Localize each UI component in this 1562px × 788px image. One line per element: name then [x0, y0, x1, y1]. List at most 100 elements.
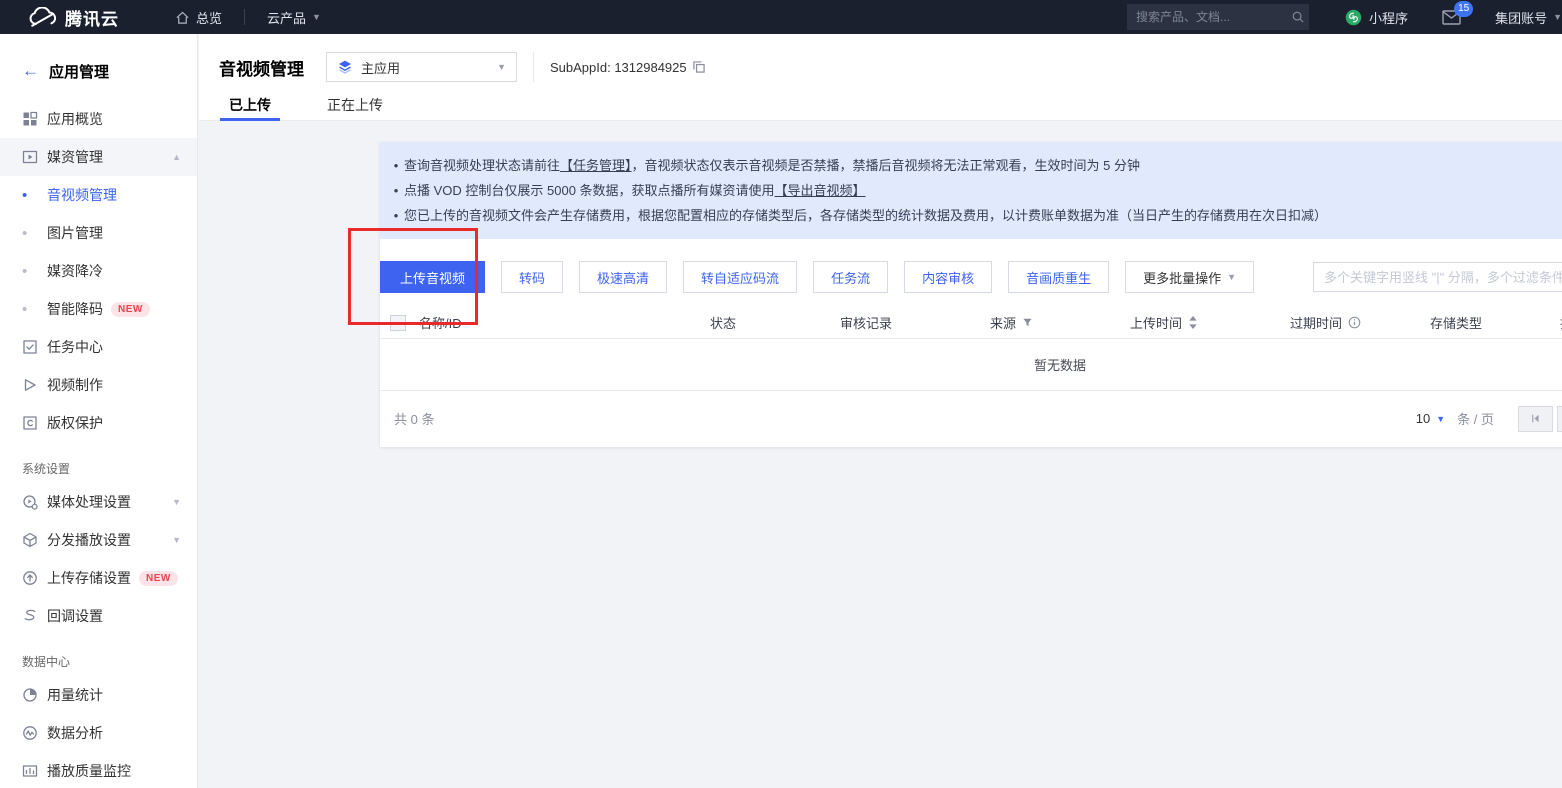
nav-account-label: 集团账号: [1495, 8, 1547, 27]
tab-uploaded[interactable]: 已上传: [220, 89, 280, 121]
tencent-cloud-logo[interactable]: 腾讯云: [28, 5, 119, 30]
nav-miniprogram[interactable]: 小程序: [1345, 8, 1408, 27]
top-navbar: 腾讯云 总览 云产品 ▼ 小程序 15 集团账号 ▼: [0, 0, 1562, 34]
tab-uploading[interactable]: 正在上传: [318, 89, 392, 121]
sidebar-item-label: 版权保护: [47, 413, 103, 433]
column-label: 上传时间: [1130, 313, 1182, 332]
home-icon: [175, 10, 190, 25]
sidebar-subitem[interactable]: •智能降码NEW: [0, 290, 197, 328]
button-label: 内容审核: [922, 268, 974, 287]
upload-video-button[interactable]: 上传音视频: [380, 261, 485, 293]
page-header: 音视频管理 主应用 ▼ SubAppId: 1312984925 已上传正在上传: [199, 34, 1562, 121]
cube-icon: [22, 532, 38, 548]
empty-text: 暂无数据: [1034, 355, 1086, 374]
brand-text: 腾讯云: [65, 5, 119, 30]
column-label: 存储类型: [1430, 313, 1482, 332]
topnav-search-box: [1127, 4, 1309, 30]
sidebar-item[interactable]: 数据分析: [0, 714, 197, 752]
sidebar-back-button[interactable]: ← 应用管理: [0, 34, 197, 86]
sidebar-section-label: 数据中心: [0, 635, 197, 676]
app-selector-value: 主应用: [361, 58, 497, 77]
bullet-icon: •: [22, 187, 47, 204]
button-label: 转码: [519, 268, 545, 287]
pager-first-button[interactable]: [1518, 406, 1553, 432]
sidebar-back-label: 应用管理: [49, 61, 109, 82]
nav-overview[interactable]: 总览: [175, 8, 222, 27]
chevron-down-icon: ▼: [172, 535, 181, 545]
filter-icon[interactable]: [1022, 317, 1033, 328]
chevron-down-icon: ▼: [312, 12, 321, 22]
sidebar-subitem[interactable]: •音视频管理: [0, 176, 197, 214]
sidebar-item[interactable]: 任务中心: [0, 328, 197, 366]
nav-account[interactable]: 集团账号 ▼: [1495, 8, 1562, 27]
toolbar-button[interactable]: 极速高清: [579, 261, 667, 293]
sidebar-item[interactable]: 版权保护: [0, 404, 197, 442]
nav-messages[interactable]: 15: [1442, 10, 1461, 25]
notice-text: 您已上传的音视频文件会产生存储费用，根据您配置相应的存储类型后，各存储类型的统计…: [404, 203, 1327, 228]
monitor-icon: [22, 763, 38, 779]
sidebar-item[interactable]: 媒资管理▲: [0, 138, 197, 176]
column-header: 名称/ID: [380, 313, 710, 332]
sort-icon[interactable]: [1188, 316, 1198, 329]
toolbar-button[interactable]: 转码: [501, 261, 563, 293]
sidebar-item[interactable]: 用量统计: [0, 676, 197, 714]
arrow-left-icon: ←: [22, 61, 39, 81]
message-count-badge: 15: [1454, 1, 1473, 17]
chevron-down-icon: ▼: [172, 497, 181, 507]
notice-link[interactable]: 【导出音视频】: [775, 183, 866, 198]
toolbar-button[interactable]: 任务流: [813, 261, 888, 293]
sidebar-item[interactable]: 分发播放设置 ▼: [0, 521, 197, 559]
notice-banner: •查询音视频处理状态请前往【任务管理】，音视频状态仅表示音视频是否禁播，禁播后音…: [380, 142, 1562, 239]
copy-icon[interactable]: [692, 60, 706, 74]
notice-text: 查询音视频处理状态请前往【任务管理】，音视频状态仅表示音视频是否禁播，禁播后音视…: [404, 153, 1140, 178]
sidebar-item[interactable]: 视频制作: [0, 366, 197, 404]
toolbar-button[interactable]: 转自适应码流: [683, 261, 797, 293]
search-icon[interactable]: [1291, 10, 1305, 24]
sidebar-item[interactable]: 媒体处理设置▼: [0, 483, 197, 521]
pager-prev-button[interactable]: [1557, 406, 1562, 432]
column-label: 名称/ID: [419, 313, 462, 332]
tab-bar: 已上传 正在上传: [199, 89, 1562, 121]
column-header: 过期时间: [1290, 313, 1430, 332]
select-all-checkbox[interactable]: [390, 315, 406, 331]
notice-link[interactable]: 【任务管理】: [560, 158, 632, 173]
nav-miniprogram-label: 小程序: [1369, 8, 1408, 27]
bullet-icon: •: [22, 225, 47, 242]
sidebar-item[interactable]: 应用概览: [0, 100, 197, 138]
page-size-selector[interactable]: 10 ▼ 条 / 页: [1416, 409, 1494, 428]
chevron-down-icon: ▼: [1227, 272, 1236, 282]
column-label: 过期时间: [1290, 313, 1342, 332]
button-label: 转自适应码流: [701, 268, 779, 287]
sidebar-subitem-label: 图片管理: [47, 223, 103, 243]
pie-icon: [22, 687, 38, 703]
keyword-filter-input[interactable]: [1313, 262, 1562, 292]
upload-icon: [22, 570, 38, 586]
new-badge: NEW: [139, 571, 178, 586]
column-header: 来源: [990, 313, 1130, 332]
sidebar-item[interactable]: 播放质量监控: [0, 752, 197, 788]
copyright-icon: [22, 415, 38, 431]
media-icon: [22, 149, 38, 165]
toolbar-button[interactable]: 更多批量操作▼: [1125, 261, 1254, 293]
column-label: 来源: [990, 313, 1016, 332]
sidebar-subitem[interactable]: •图片管理: [0, 214, 197, 252]
topnav-search-input[interactable]: [1136, 10, 1291, 24]
new-badge: NEW: [111, 302, 150, 317]
toolbar-button[interactable]: 内容审核: [904, 261, 992, 293]
info-icon[interactable]: [1348, 316, 1361, 329]
media-list-card: •查询音视频处理状态请前往【任务管理】，音视频状态仅表示音视频是否禁播，禁播后音…: [380, 142, 1562, 447]
toolbar: 上传音视频 转码 极速高清 转自适应码流 任务流 内容审核 音画质重生更多批量操作▼: [380, 261, 1562, 293]
nav-products[interactable]: 云产品 ▼: [267, 8, 321, 27]
chevron-down-icon: ▼: [1436, 414, 1445, 424]
sidebar-subitem[interactable]: •媒资降冷: [0, 252, 197, 290]
sidebar-item-label: 回调设置: [47, 606, 103, 626]
sidebar-item-label: 应用概览: [47, 109, 103, 129]
sidebar-item[interactable]: 上传存储设置NEW: [0, 559, 197, 597]
sidebar-item-label: 分发播放设置: [47, 530, 131, 550]
app-selector-dropdown[interactable]: 主应用 ▼: [326, 52, 517, 82]
sidebar-item-label: 播放质量监控: [47, 761, 131, 781]
sidebar-item[interactable]: 回调设置: [0, 597, 197, 635]
toolbar-button[interactable]: 音画质重生: [1008, 261, 1109, 293]
pager-buttons: [1518, 406, 1562, 432]
content-area: •查询音视频处理状态请前往【任务管理】，音视频状态仅表示音视频是否禁播，禁播后音…: [199, 121, 1562, 788]
